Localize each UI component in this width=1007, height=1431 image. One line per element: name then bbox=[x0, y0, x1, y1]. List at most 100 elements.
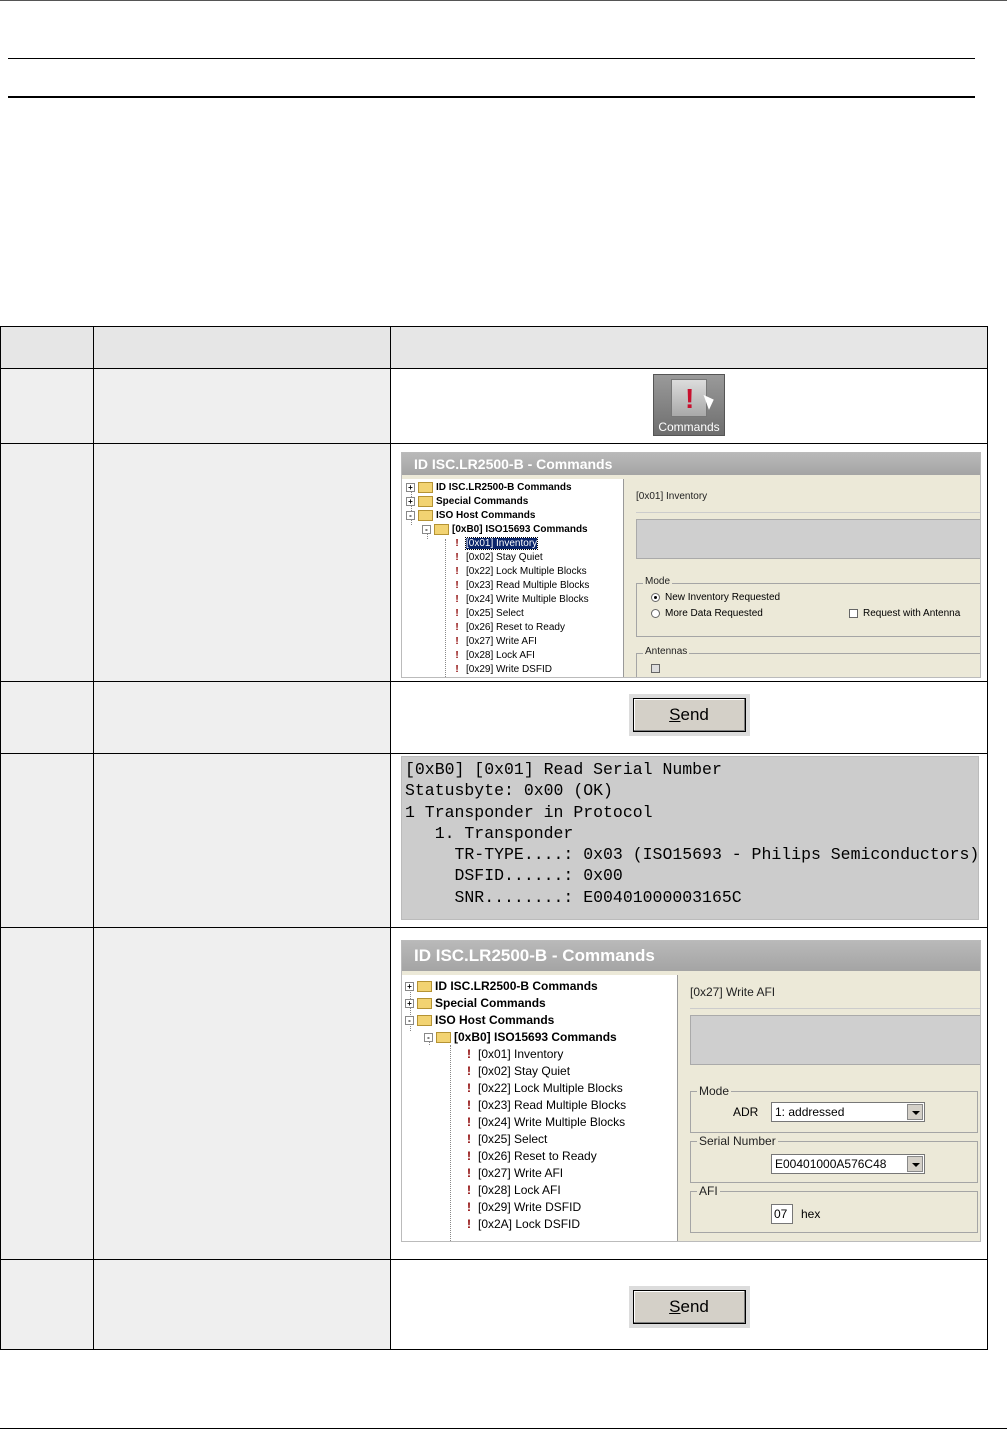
checkbox-request-with-antenna[interactable]: Request with Antenna bbox=[849, 608, 960, 619]
folder-open-icon bbox=[436, 1032, 451, 1044]
checkbox-icon bbox=[651, 663, 660, 673]
table-header-row bbox=[0, 326, 988, 369]
action-cell bbox=[93, 681, 391, 754]
tree-item-lock-multiple-blocks[interactable]: ! [0x22] Lock Multiple Blocks bbox=[464, 1081, 623, 1095]
command-panel: [0x01] Inventory Mode New Inventory Requ… bbox=[626, 479, 980, 677]
tree-item-inventory[interactable]: ! [0x01] Inventory bbox=[452, 537, 539, 550]
adr-select[interactable]: 1: addressed bbox=[771, 1102, 925, 1122]
tree-node-iso15693-commands[interactable]: - [0xB0] ISO15693 Commands bbox=[422, 524, 588, 535]
command-tree: + ID ISC.LR2500-B Commands + Special Comma… bbox=[402, 479, 624, 677]
command-icon: ! bbox=[467, 1183, 471, 1197]
command-icon: ! bbox=[467, 1200, 471, 1214]
chevron-down-icon[interactable] bbox=[907, 1104, 923, 1120]
table-row: Send bbox=[0, 1259, 988, 1350]
header-step bbox=[0, 326, 94, 369]
tree-item-read-multiple-blocks[interactable]: ! [0x23] Read Multiple Blocks bbox=[464, 1098, 626, 1112]
command-icon: ! bbox=[455, 538, 459, 549]
send-button[interactable]: Send bbox=[632, 698, 746, 732]
console-line: 1 Transponder in Protocol bbox=[405, 802, 653, 822]
tree-item-stay-quiet[interactable]: ! [0x02] Stay Quiet bbox=[464, 1064, 570, 1078]
command-icon: ! bbox=[467, 1166, 471, 1180]
radio-more-data[interactable]: More Data Requested bbox=[651, 608, 763, 619]
tree-node-iso15693-commands[interactable]: - [0xB0] ISO15693 Commands bbox=[424, 1030, 617, 1044]
tree-item-write-dsfid[interactable]: ! [0x29] Write DSFID bbox=[464, 1200, 581, 1214]
header-rule-thick bbox=[8, 96, 975, 98]
screen-cell: ! Commands bbox=[390, 368, 988, 444]
action-cell bbox=[93, 368, 391, 444]
antennas-label: Antennas bbox=[643, 646, 690, 657]
tree-item-write-multiple-blocks[interactable]: ! [0x24] Write Multiple Blocks bbox=[464, 1115, 625, 1129]
tree-item-read-multiple-blocks[interactable]: ! [0x23] Read Multiple Blocks bbox=[452, 580, 589, 591]
command-name: [0x01] Inventory bbox=[636, 491, 980, 513]
tree-item-select[interactable]: ! [0x25] Select bbox=[464, 1132, 547, 1146]
chevron-down-icon[interactable] bbox=[907, 1156, 923, 1172]
tree-item-reset-to-ready[interactable]: ! [0x26] Reset to Ready bbox=[452, 622, 565, 633]
folder-icon bbox=[417, 981, 432, 993]
folder-icon bbox=[418, 496, 433, 507]
steps-table: ! Commands ID ISC.LR2500-B - Commands + I… bbox=[0, 326, 988, 1350]
commands-label: Commands bbox=[658, 420, 720, 434]
serial-number-select[interactable]: E00401000A576C48 bbox=[771, 1154, 925, 1174]
tree-node-iso-host-commands[interactable]: - ISO Host Commands bbox=[405, 1013, 554, 1027]
console-line: DSFID......: 0x00 bbox=[405, 866, 623, 886]
tree-item-select[interactable]: ! [0x25] Select bbox=[452, 608, 523, 619]
tree-item-lock-afi[interactable]: ! [0x28] Lock AFI bbox=[464, 1183, 561, 1197]
window-title: ID ISC.LR2500-B - Commands bbox=[402, 941, 980, 971]
tree-item-lock-afi[interactable]: ! [0x28] Lock AFI bbox=[452, 650, 535, 661]
tree-item-stay-quiet[interactable]: ! [0x02] Stay Quiet bbox=[452, 552, 542, 563]
afi-group: AFI 07 hex bbox=[690, 1184, 978, 1233]
command-icon: ! bbox=[455, 650, 459, 661]
command-icon: ! bbox=[455, 566, 459, 577]
tree-item-lock-multiple-blocks[interactable]: ! [0x22] Lock Multiple Blocks bbox=[452, 566, 586, 577]
mode-group: Mode ADR 1: addressed bbox=[690, 1084, 978, 1133]
console-line: Statusbyte: 0x00 (OK) bbox=[405, 781, 613, 801]
folder-open-icon bbox=[417, 1015, 432, 1027]
antenna-checkbox[interactable] bbox=[651, 663, 665, 674]
action-cell bbox=[93, 927, 391, 1260]
table-row: Send bbox=[0, 681, 988, 754]
commands-window: ID ISC.LR2500-B - Commands + ID ISC.LR250… bbox=[401, 452, 981, 678]
table-row: ID ISC.LR2500-B - Commands + ID ISC.LR250… bbox=[0, 927, 988, 1260]
console-line: TR-TYPE....: 0x03 (ISO15693 - Philips Se… bbox=[405, 845, 979, 865]
send-button[interactable]: Send bbox=[632, 1290, 746, 1324]
tree-item-lock-dsfid[interactable]: ! [0x2A] Lock DSFID bbox=[464, 1217, 580, 1231]
folder-icon bbox=[418, 482, 433, 493]
command-tree: + ID ISC.LR2500-B Commands + Special Comma… bbox=[402, 975, 678, 1241]
command-icon: ! bbox=[455, 608, 459, 619]
tree-item-write-multiple-blocks[interactable]: ! [0x24] Write Multiple Blocks bbox=[452, 594, 588, 605]
tree-item-write-afi[interactable]: ! [0x27] Write AFI bbox=[452, 636, 537, 647]
table-row: ID ISC.LR2500-B - Commands + ID ISC.LR250… bbox=[0, 443, 988, 682]
tree-item-inventory[interactable]: ! [0x01] Inventory bbox=[464, 1047, 563, 1061]
header-rule bbox=[8, 58, 975, 59]
command-icon: ! bbox=[467, 1081, 471, 1095]
screen-cell: Send bbox=[390, 1259, 988, 1350]
command-description-box bbox=[690, 1015, 980, 1065]
send-button-frame: Send bbox=[628, 1286, 750, 1328]
header-screen bbox=[390, 326, 988, 369]
afi-input[interactable]: 07 bbox=[771, 1204, 793, 1224]
console-line: 1. Transponder bbox=[405, 823, 574, 843]
tree-node-iso-host-commands[interactable]: - ISO Host Commands bbox=[406, 510, 535, 521]
tree-item-write-afi[interactable]: ! [0x27] Write AFI bbox=[464, 1166, 563, 1180]
afi-unit-label: hex bbox=[801, 1207, 821, 1221]
folder-open-icon bbox=[418, 510, 433, 521]
table-row: [0xB0] [0x01] Read Serial Number Statusby… bbox=[0, 753, 988, 928]
tree-item-reset-to-ready[interactable]: ! [0x26] Reset to Ready bbox=[464, 1149, 597, 1163]
screen-cell: ID ISC.LR2500-B - Commands + ID ISC.LR250… bbox=[390, 443, 988, 682]
tree-node-isc-commands[interactable]: + ID ISC.LR2500-B Commands bbox=[405, 979, 598, 993]
step-cell bbox=[0, 443, 94, 682]
tree-node-special-commands[interactable]: + Special Commands bbox=[406, 496, 528, 507]
radio-icon bbox=[651, 608, 660, 618]
tree-node-isc-commands[interactable]: + ID ISC.LR2500-B Commands bbox=[406, 482, 572, 493]
radio-icon bbox=[651, 592, 660, 602]
radio-new-inventory[interactable]: New Inventory Requested bbox=[651, 592, 780, 603]
tree-node-special-commands[interactable]: + Special Commands bbox=[405, 996, 546, 1010]
serial-number-group: Serial Number E00401000A576C48 bbox=[690, 1134, 978, 1183]
screen-cell: ID ISC.LR2500-B - Commands + ID ISC.LR250… bbox=[390, 927, 988, 1260]
tree-item-write-dsfid[interactable]: ! [0x29] Write DSFID bbox=[452, 664, 552, 675]
mode-label: Mode bbox=[643, 576, 673, 587]
exclamation-icon: ! bbox=[671, 379, 707, 417]
action-cell bbox=[93, 753, 391, 928]
folder-open-icon bbox=[434, 524, 449, 535]
commands-button[interactable]: ! Commands bbox=[653, 374, 725, 436]
